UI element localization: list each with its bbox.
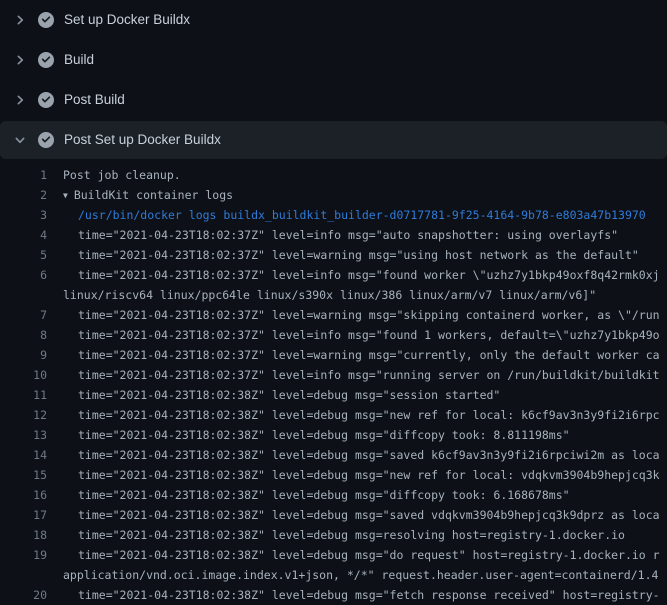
check-circle-icon [38,92,54,108]
line-number[interactable]: 11 [0,385,47,405]
chevron-right-icon[interactable] [12,52,28,68]
line-number[interactable]: 12 [0,405,47,425]
chevron-right-icon[interactable] [12,12,28,28]
log-line: 17time="2021-04-23T18:02:38Z" level=debu… [0,505,667,525]
line-number[interactable]: 4 [0,225,47,245]
log-line: 12time="2021-04-23T18:02:38Z" level=debu… [0,405,667,425]
log-line: 4time="2021-04-23T18:02:37Z" level=info … [0,225,667,245]
line-number[interactable]: 6 [0,265,47,285]
log-text: time="2021-04-23T18:02:37Z" level=info m… [47,225,618,245]
check-circle-icon [38,52,54,68]
log-line-continuation: linux/riscv64 linux/ppc64le linux/s390x … [0,285,667,305]
step-row[interactable]: Build [0,40,667,80]
step-list: Set up Docker Buildx Build [0,0,667,159]
step-row[interactable]: Post Set up Docker Buildx [0,121,667,159]
log-line: 5time="2021-04-23T18:02:37Z" level=warni… [0,245,667,265]
log-text: time="2021-04-23T18:02:38Z" level=debug … [47,385,500,405]
log-group-collapse-icon[interactable]: ▼ [63,186,68,206]
log-line: 6time="2021-04-23T18:02:37Z" level=info … [0,265,667,285]
step-title: Post Set up Docker Buildx [64,132,221,148]
log-line: 10time="2021-04-23T18:02:37Z" level=info… [0,365,667,385]
log-line: 20time="2021-04-23T18:02:38Z" level=debu… [0,585,667,605]
chevron-right-icon[interactable] [12,92,28,108]
log-text: time="2021-04-23T18:02:38Z" level=debug … [47,525,625,545]
check-circle-icon [38,132,54,148]
log-text: application/vnd.oci.image.index.v1+json,… [47,565,658,585]
log-text: ▼ BuildKit container logs [47,185,233,207]
workflow-log-viewer: Set up Docker Buildx Build [0,0,667,605]
log-text: time="2021-04-23T18:02:37Z" level=info m… [47,325,660,345]
line-number[interactable]: 5 [0,245,47,265]
line-number[interactable]: 16 [0,485,47,505]
log-line: 2 ▼ BuildKit container logs [0,185,667,205]
log-text: time="2021-04-23T18:02:37Z" level=warnin… [47,245,639,265]
log-text: time="2021-04-23T18:02:38Z" level=debug … [47,465,660,485]
line-number[interactable]: 14 [0,445,47,465]
log-text: Post job cleanup. [47,165,181,185]
line-number[interactable]: 8 [0,325,47,345]
chevron-down-icon[interactable] [12,132,28,148]
log-line: 1Post job cleanup. [0,165,667,185]
log-line: 3/usr/bin/docker logs buildx_buildkit_bu… [0,205,667,225]
log-line: 19time="2021-04-23T18:02:38Z" level=debu… [0,545,667,565]
step-title: Post Build [64,92,125,108]
log-line: 7time="2021-04-23T18:02:37Z" level=warni… [0,305,667,325]
check-circle-icon [38,12,54,28]
line-number[interactable]: 10 [0,365,47,385]
log-line: 11time="2021-04-23T18:02:38Z" level=debu… [0,385,667,405]
log-line: 13time="2021-04-23T18:02:38Z" level=debu… [0,425,667,445]
log-line: 9time="2021-04-23T18:02:37Z" level=warni… [0,345,667,365]
log-text: time="2021-04-23T18:02:37Z" level=warnin… [47,305,660,325]
log-line: 16time="2021-04-23T18:02:38Z" level=debu… [0,485,667,505]
log-line: 18time="2021-04-23T18:02:38Z" level=debu… [0,525,667,545]
log-text: time="2021-04-23T18:02:38Z" level=debug … [47,485,570,505]
line-number[interactable]: 1 [0,165,47,185]
line-number[interactable]: 7 [0,305,47,325]
log-line: 8time="2021-04-23T18:02:37Z" level=info … [0,325,667,345]
log-text: time="2021-04-23T18:02:38Z" level=debug … [47,425,570,445]
log-text: time="2021-04-23T18:02:37Z" level=info m… [47,365,660,385]
log-area[interactable]: 1Post job cleanup.2 ▼ BuildKit container l… [0,159,667,605]
line-number[interactable]: 9 [0,345,47,365]
log-group-label: BuildKit container logs [74,188,233,202]
line-number[interactable]: 15 [0,465,47,485]
step-title: Set up Docker Buildx [64,12,190,28]
log-text: time="2021-04-23T18:02:38Z" level=debug … [47,585,660,605]
line-number[interactable]: 13 [0,425,47,445]
step-row[interactable]: Post Build [0,80,667,120]
log-line-continuation: application/vnd.oci.image.index.v1+json,… [0,565,667,585]
line-number[interactable]: 2 [0,185,47,205]
command-text: /usr/bin/docker logs buildx_buildkit_bui… [47,205,646,225]
step-title: Build [64,52,94,68]
log-text: time="2021-04-23T18:02:37Z" level=warnin… [47,345,660,365]
log-text: time="2021-04-23T18:02:38Z" level=debug … [47,545,660,565]
line-number[interactable]: 17 [0,505,47,525]
step-row[interactable]: Set up Docker Buildx [0,0,667,40]
line-number[interactable]: 3 [0,205,47,225]
line-number[interactable]: 18 [0,525,47,545]
log-text: time="2021-04-23T18:02:38Z" level=debug … [47,505,660,525]
line-number[interactable]: 19 [0,545,47,565]
log-text: linux/riscv64 linux/ppc64le linux/s390x … [47,285,596,305]
log-text: time="2021-04-23T18:02:38Z" level=debug … [47,405,660,425]
log-text: time="2021-04-23T18:02:38Z" level=debug … [47,445,660,465]
line-number[interactable]: 20 [0,585,47,605]
log-line: 15time="2021-04-23T18:02:38Z" level=debu… [0,465,667,485]
log-line: 14time="2021-04-23T18:02:38Z" level=debu… [0,445,667,465]
log-text: time="2021-04-23T18:02:37Z" level=info m… [47,265,660,285]
